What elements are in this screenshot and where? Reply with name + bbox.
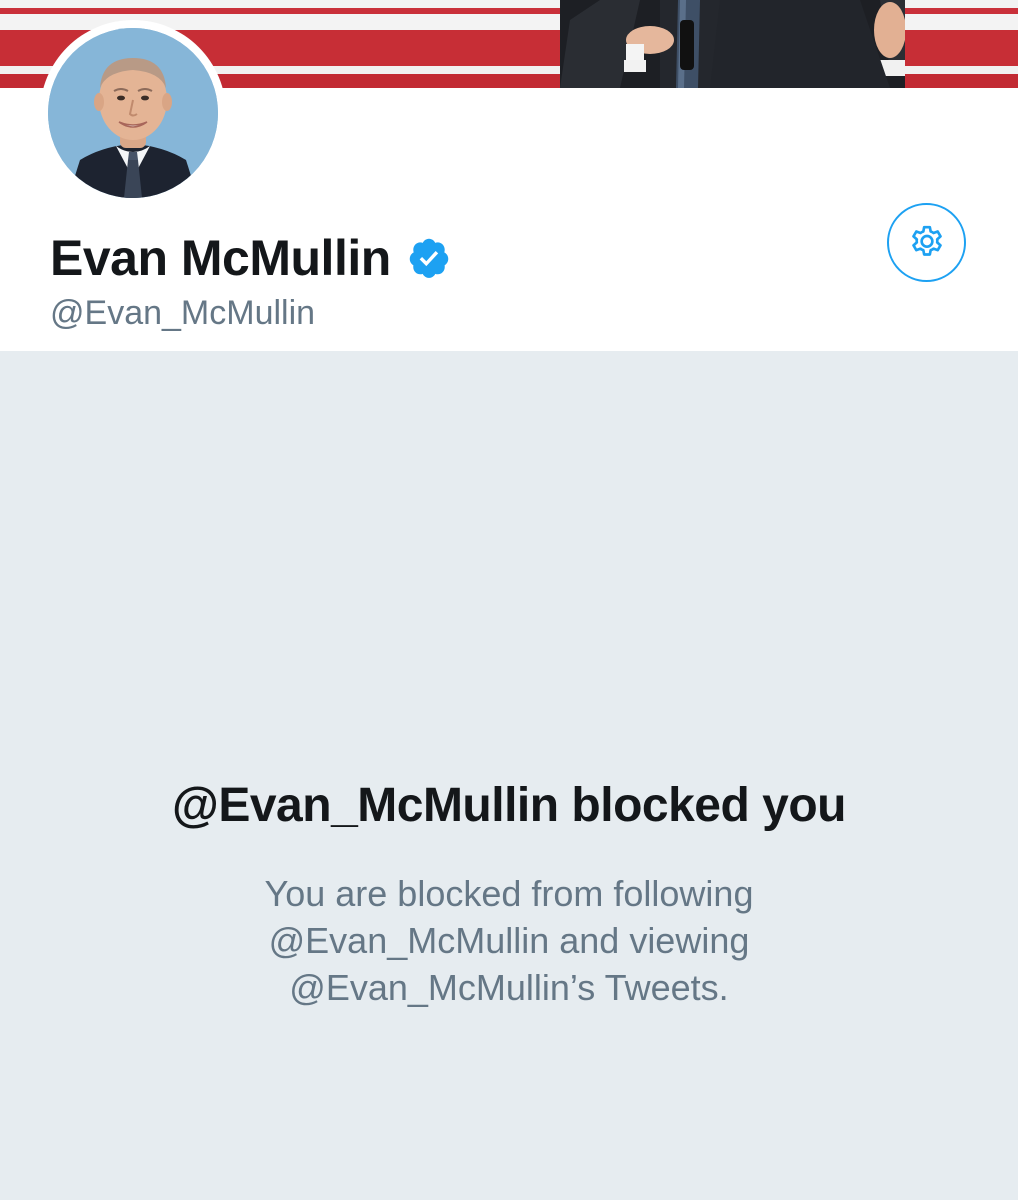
blocked-line-3: @Evan_McMullin’s Tweets. xyxy=(289,967,729,1008)
blocked-description: You are blocked from following @Evan_McM… xyxy=(159,870,859,1011)
avatar[interactable] xyxy=(40,20,226,206)
gear-icon xyxy=(911,225,942,256)
blocked-line-1: You are blocked from following xyxy=(264,873,754,914)
display-name-row: Evan McMullin xyxy=(50,228,451,288)
avatar-photo xyxy=(48,28,218,198)
banner-photo-figure xyxy=(560,0,905,88)
display-name: Evan McMullin xyxy=(50,230,391,286)
profile-handle: @Evan_McMullin xyxy=(50,294,316,332)
verified-badge-icon xyxy=(409,238,449,278)
blocked-title: @Evan_McMullin blocked you xyxy=(172,779,846,832)
blocked-line-2: @Evan_McMullin and viewing xyxy=(268,920,750,961)
settings-button[interactable] xyxy=(887,203,966,282)
